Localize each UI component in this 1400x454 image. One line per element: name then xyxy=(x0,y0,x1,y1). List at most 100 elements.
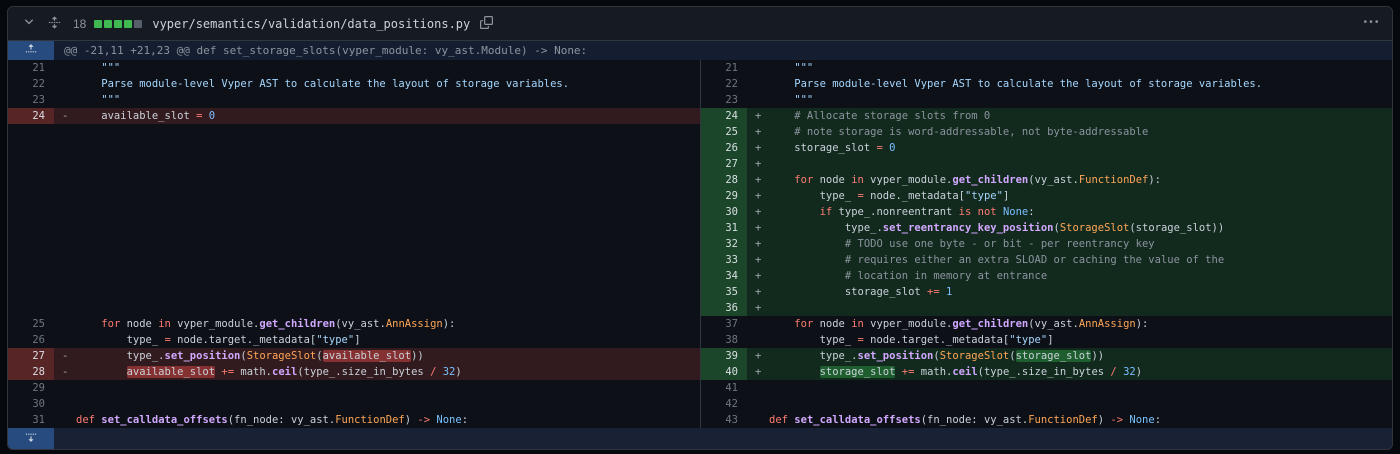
line-number[interactable]: 35 xyxy=(701,284,747,300)
code-line: + type_.set_reentrancy_key_position(Stor… xyxy=(747,220,1392,236)
kebab-icon xyxy=(1364,15,1378,32)
line-number[interactable]: 22 xyxy=(701,76,747,92)
line-number[interactable]: 31 xyxy=(8,412,54,428)
diffstat-square xyxy=(104,19,113,28)
diff-row: 31 + type_.set_reentrancy_key_position(St… xyxy=(8,220,1392,236)
line-number[interactable]: 30 xyxy=(8,396,54,412)
code-token: node xyxy=(813,174,852,186)
copy-path-button[interactable] xyxy=(478,14,495,34)
diff-side-left: 25 for node in vyper_module.get_children… xyxy=(8,316,700,332)
code-line: type_ = node.target._metadata["type"] xyxy=(747,332,1392,348)
diff-side-left: 31 def set_calldata_offsets(fn_node: vy_a… xyxy=(8,412,700,428)
line-number[interactable]: 39 xyxy=(701,348,747,364)
line-number[interactable]: 29 xyxy=(701,188,747,204)
line-number xyxy=(8,300,54,316)
line-number[interactable]: 23 xyxy=(8,92,54,108)
code-token: None xyxy=(1002,206,1029,218)
code-token: storage_slot xyxy=(769,142,877,154)
diffstat-square xyxy=(114,19,123,28)
line-number xyxy=(8,124,54,140)
code-token: ) xyxy=(1097,414,1111,426)
expand-up-button[interactable] xyxy=(8,41,54,60)
file-path-link[interactable]: vyper/semantics/validation/data_position… xyxy=(152,17,470,31)
code-token: get_children xyxy=(952,174,1029,186)
line-number[interactable]: 26 xyxy=(701,140,747,156)
line-number[interactable]: 29 xyxy=(8,380,54,396)
code-line: Parse module-level Vyper AST to calculat… xyxy=(747,76,1392,92)
line-number[interactable]: 25 xyxy=(8,316,54,332)
code-line: """ xyxy=(747,92,1392,108)
diff-marker: - xyxy=(62,110,69,122)
line-number[interactable]: 27 xyxy=(8,348,54,364)
line-number[interactable]: 22 xyxy=(8,76,54,92)
code-token: ceil xyxy=(952,366,978,378)
file-options-button[interactable] xyxy=(1362,13,1380,34)
code-token: ) xyxy=(1135,366,1143,378)
line-number xyxy=(8,204,54,220)
diff-marker: + xyxy=(755,190,762,202)
line-number[interactable]: 28 xyxy=(8,364,54,380)
line-number[interactable]: 37 xyxy=(701,316,747,332)
code-line: + xyxy=(747,156,1392,172)
line-number[interactable]: 41 xyxy=(701,380,747,396)
line-number[interactable]: 21 xyxy=(701,60,747,76)
line-number[interactable]: 27 xyxy=(701,156,747,172)
code-token: += xyxy=(901,366,915,378)
diff-row: 26 type_ = node.target._metadata["type"]… xyxy=(8,332,1392,348)
diff-side-left: 24- available_slot = 0 xyxy=(8,108,700,124)
code-line: - available_slot += math.ceil(type_.size… xyxy=(54,364,700,380)
code-token: """ xyxy=(76,94,121,106)
unfold-all-button[interactable] xyxy=(46,14,63,34)
code-token: storage_slot xyxy=(1015,350,1092,362)
line-number[interactable]: 43 xyxy=(701,412,747,428)
collapse-file-button[interactable] xyxy=(20,13,38,34)
code-token: FunctionDef xyxy=(1028,414,1098,426)
diff-row: 31 def set_calldata_offsets(fn_node: vy_a… xyxy=(8,412,1392,428)
line-number[interactable]: 24 xyxy=(8,108,54,124)
code-line: for node in vyper_module.get_children(vy… xyxy=(54,316,700,332)
code-token: type_. xyxy=(76,350,165,362)
line-number[interactable]: 32 xyxy=(701,236,747,252)
diff-side-right: 23 """ xyxy=(700,92,1392,108)
code-token: ): xyxy=(442,318,456,330)
diff-marker: + xyxy=(755,286,762,298)
code-token: node.target._metadata[ xyxy=(170,334,317,346)
diff-marker: - xyxy=(62,366,69,378)
diff-side-right: 40 + storage_slot += math.ceil(type_.size… xyxy=(700,364,1392,380)
line-number[interactable]: 30 xyxy=(701,204,747,220)
code-line: + # requires either an extra SLOAD or ca… xyxy=(747,252,1392,268)
line-number[interactable]: 28 xyxy=(701,172,747,188)
diffstat xyxy=(94,19,143,28)
code-line: + # note storage is word-addressable, no… xyxy=(747,124,1392,140)
code-token: ): xyxy=(1148,174,1162,186)
code-line: - type_.set_position(StorageSlot(availab… xyxy=(54,348,700,364)
line-number xyxy=(8,236,54,252)
diff-marker: + xyxy=(755,206,762,218)
line-number[interactable]: 38 xyxy=(701,332,747,348)
line-number[interactable]: 21 xyxy=(8,60,54,76)
diff-side-left xyxy=(8,140,700,156)
line-number[interactable]: 25 xyxy=(701,124,747,140)
expand-down-button[interactable] xyxy=(8,428,54,449)
line-number[interactable]: 36 xyxy=(701,300,747,316)
code-token: # Allocate storage slots from 0 xyxy=(769,110,991,122)
line-number[interactable]: 23 xyxy=(701,92,747,108)
line-number[interactable]: 31 xyxy=(701,220,747,236)
diff-side-right: 22 Parse module-level Vyper AST to calcu… xyxy=(700,76,1392,92)
line-number[interactable]: 33 xyxy=(701,252,747,268)
code-token: node xyxy=(813,318,852,330)
line-number[interactable]: 24 xyxy=(701,108,747,124)
line-number[interactable]: 34 xyxy=(701,268,747,284)
code-token: (fn_node: vy_ast. xyxy=(920,414,1029,426)
diff-side-right: 38 type_ = node.target._metadata["type"] xyxy=(700,332,1392,348)
line-number[interactable]: 26 xyxy=(8,332,54,348)
diff-side-right: 33 + # requires either an extra SLOAD or … xyxy=(700,252,1392,268)
line-number[interactable]: 40 xyxy=(701,364,747,380)
fold-up-icon xyxy=(25,43,37,58)
line-number[interactable]: 42 xyxy=(701,396,747,412)
